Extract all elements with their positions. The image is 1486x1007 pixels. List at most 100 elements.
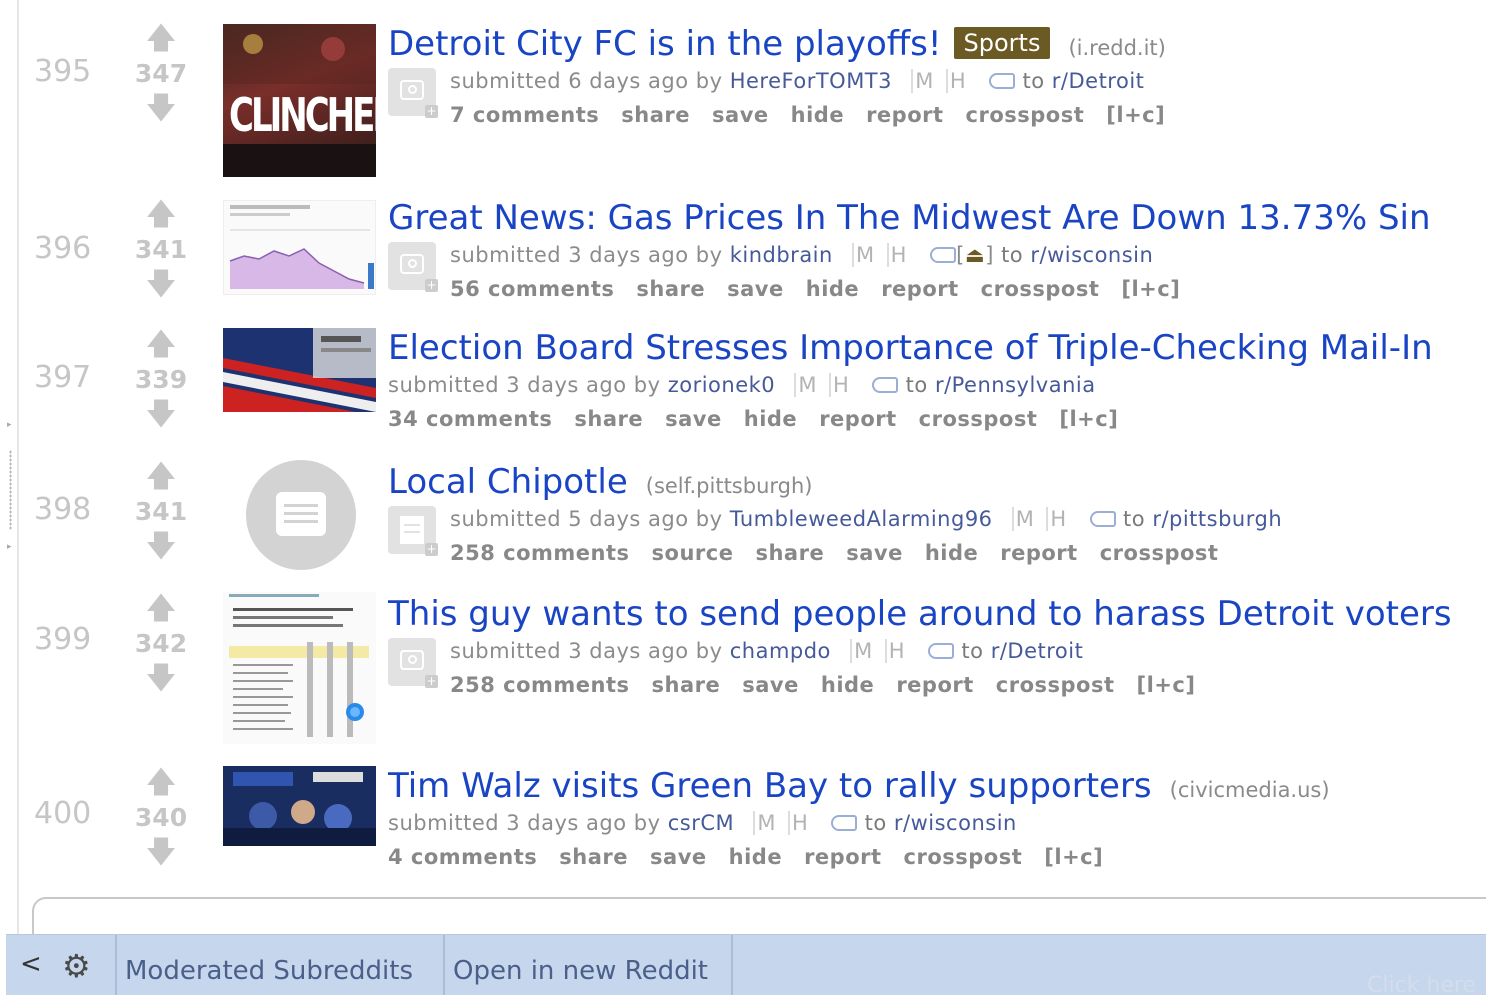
upvote-arrow-icon[interactable]: 🡅: [128, 768, 194, 798]
mod-m-button[interactable]: M: [753, 811, 776, 835]
mod-m-button[interactable]: M: [1011, 507, 1035, 531]
downvote-arrow-icon[interactable]: 🡇: [128, 400, 194, 430]
expando-button[interactable]: +: [388, 638, 438, 688]
crosspost-link[interactable]: crosspost: [904, 845, 1023, 869]
crosspost-link[interactable]: crosspost: [996, 673, 1115, 697]
author-link[interactable]: csrCM: [668, 811, 734, 835]
share-link[interactable]: share: [559, 845, 628, 869]
report-link[interactable]: report: [819, 407, 896, 431]
save-link[interactable]: save: [742, 673, 799, 697]
mod-h-button[interactable]: H: [886, 243, 907, 267]
author-link[interactable]: zorionek0: [668, 373, 775, 397]
subreddit-link[interactable]: r/pittsburgh: [1152, 507, 1282, 531]
mod-h-button[interactable]: H: [828, 373, 850, 397]
chevron-left-icon[interactable]: <: [20, 949, 42, 979]
expando-button[interactable]: +: [388, 242, 438, 292]
comments-link[interactable]: 34 comments: [388, 407, 552, 431]
save-link[interactable]: save: [665, 407, 722, 431]
author-link[interactable]: kindbrain: [730, 243, 833, 267]
hide-link[interactable]: hide: [791, 103, 844, 127]
post-thumbnail[interactable]: [223, 766, 376, 846]
comments-link[interactable]: 258 comments: [450, 541, 630, 565]
share-link[interactable]: share: [755, 541, 824, 565]
comments-link[interactable]: 258 comments: [450, 673, 630, 697]
click-here-hint[interactable]: Click here: [1367, 973, 1476, 998]
mod-h-button[interactable]: H: [884, 639, 906, 663]
upvote-arrow-icon[interactable]: 🡅: [128, 200, 194, 230]
post-title-link[interactable]: Tim Walz visits Green Bay to rally suppo…: [388, 766, 1152, 806]
downvote-arrow-icon[interactable]: 🡇: [128, 532, 194, 562]
comments-link[interactable]: 56 comments: [450, 277, 614, 301]
subreddit-link[interactable]: r/Pennsylvania: [935, 373, 1096, 397]
report-link[interactable]: report: [1000, 541, 1077, 565]
expando-button[interactable]: +: [388, 68, 438, 118]
comments-link[interactable]: 7 comments: [450, 103, 599, 127]
mod-h-button[interactable]: H: [1046, 507, 1067, 531]
hide-link[interactable]: hide: [821, 673, 874, 697]
link-comments-link[interactable]: [l+c]: [1137, 673, 1196, 697]
subreddit-link[interactable]: r/Detroit: [991, 639, 1084, 663]
report-link[interactable]: report: [866, 103, 943, 127]
crosspost-link[interactable]: crosspost: [981, 277, 1100, 301]
crosspost-link[interactable]: crosspost: [919, 407, 1038, 431]
downvote-arrow-icon[interactable]: 🡇: [128, 664, 194, 694]
post-domain[interactable]: (i.redd.it): [1068, 36, 1165, 60]
upvote-arrow-icon[interactable]: 🡅: [128, 462, 194, 492]
post-title-link[interactable]: Election Board Stresses Importance of Tr…: [388, 328, 1433, 368]
hide-link[interactable]: hide: [744, 407, 797, 431]
post-domain[interactable]: (civicmedia.us): [1170, 778, 1330, 802]
crosspost-link[interactable]: crosspost: [966, 103, 1085, 127]
mod-m-button[interactable]: M: [850, 639, 873, 663]
save-link[interactable]: save: [650, 845, 707, 869]
hide-link[interactable]: hide: [806, 277, 859, 301]
post-thumbnail[interactable]: CLINCHED: [223, 24, 376, 177]
downvote-arrow-icon[interactable]: 🡇: [128, 270, 194, 300]
report-link[interactable]: report: [804, 845, 881, 869]
tag-icon[interactable]: [928, 643, 955, 659]
tag-icon[interactable]: [989, 73, 1016, 89]
tag-icon[interactable]: [1089, 511, 1116, 527]
expando-button[interactable]: +: [388, 506, 438, 556]
share-link[interactable]: share: [652, 673, 721, 697]
hide-link[interactable]: hide: [925, 541, 978, 565]
post-title-link[interactable]: This guy wants to send people around to …: [388, 594, 1452, 634]
comments-link[interactable]: 4 comments: [388, 845, 537, 869]
moderated-subreddits-button[interactable]: Moderated Subreddits: [115, 935, 421, 995]
subreddit-link[interactable]: r/wisconsin: [1030, 243, 1153, 267]
save-link[interactable]: save: [846, 541, 903, 565]
mod-h-button[interactable]: H: [787, 811, 809, 835]
share-link[interactable]: share: [574, 407, 643, 431]
share-link[interactable]: share: [636, 277, 705, 301]
post-title-link[interactable]: Local Chipotle: [388, 462, 628, 502]
hide-link[interactable]: hide: [729, 845, 782, 869]
author-link[interactable]: TumbleweedAlarming96: [730, 507, 993, 531]
upvote-arrow-icon[interactable]: 🡅: [128, 330, 194, 360]
share-link[interactable]: share: [621, 103, 690, 127]
downvote-arrow-icon[interactable]: 🡇: [128, 838, 194, 868]
mod-h-button[interactable]: H: [945, 69, 967, 93]
save-link[interactable]: save: [727, 277, 784, 301]
link-comments-link[interactable]: [l+c]: [1121, 277, 1180, 301]
post-title-link[interactable]: Great News: Gas Prices In The Midwest Ar…: [388, 198, 1431, 238]
mod-m-button[interactable]: M: [911, 69, 934, 93]
tag-icon[interactable]: [872, 377, 899, 393]
gear-icon[interactable]: ⚙: [62, 947, 91, 985]
downvote-arrow-icon[interactable]: 🡇: [128, 94, 194, 124]
subreddit-link[interactable]: r/wisconsin: [894, 811, 1017, 835]
upvote-arrow-icon[interactable]: 🡅: [128, 594, 194, 624]
post-thumbnail[interactable]: [223, 592, 376, 744]
post-thumbnail[interactable]: [223, 328, 376, 412]
tag-icon[interactable]: [930, 247, 957, 263]
post-title-link[interactable]: Detroit City FC is in the playoffs!: [388, 24, 942, 64]
report-link[interactable]: report: [896, 673, 973, 697]
subreddit-link[interactable]: r/Detroit: [1052, 69, 1145, 93]
crosspost-link[interactable]: crosspost: [1100, 541, 1219, 565]
save-link[interactable]: save: [712, 103, 769, 127]
source-link[interactable]: source: [652, 541, 734, 565]
post-thumbnail[interactable]: [223, 200, 376, 295]
report-link[interactable]: report: [881, 277, 958, 301]
self-post-thumbnail-icon[interactable]: [246, 460, 356, 570]
upvote-arrow-icon[interactable]: 🡅: [128, 24, 194, 54]
mod-m-button[interactable]: M: [794, 373, 817, 397]
link-comments-link[interactable]: [l+c]: [1059, 407, 1118, 431]
